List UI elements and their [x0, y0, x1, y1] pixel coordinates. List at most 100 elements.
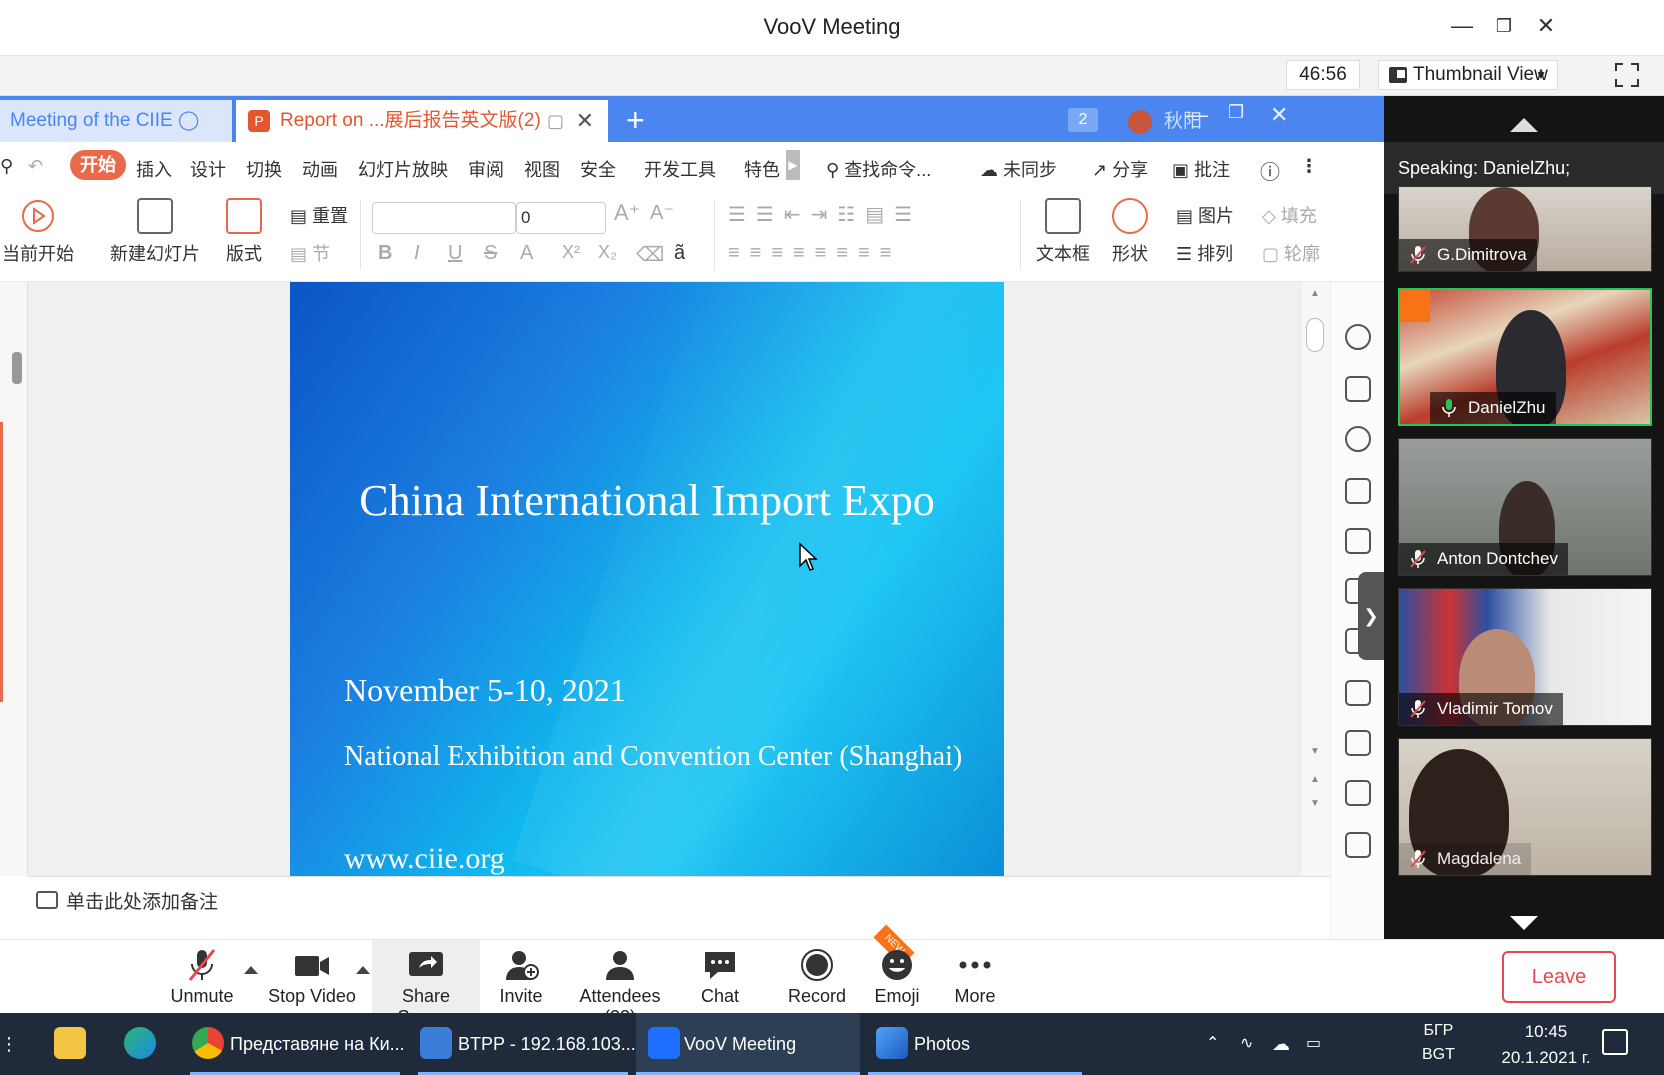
- monitor-icon[interactable]: ▢: [547, 100, 564, 142]
- gallery-icon[interactable]: [1345, 832, 1371, 858]
- wps-restore-icon[interactable]: ❐: [1228, 102, 1244, 123]
- file-explorer-icon[interactable]: [54, 1013, 94, 1075]
- menu-item-slideshow[interactable]: 幻灯片放映: [358, 156, 448, 182]
- chat-button[interactable]: Chat: [690, 940, 750, 1014]
- menu-item-security[interactable]: 安全: [580, 156, 616, 182]
- scroll-up-icon[interactable]: ▲: [1310, 288, 1320, 299]
- wps-close-icon[interactable]: ✕: [1270, 102, 1288, 128]
- minimize-button[interactable]: —: [1448, 12, 1476, 40]
- taskbar-item-remote-desktop[interactable]: BTPP - 192.168.103....: [418, 1013, 641, 1075]
- wifi-icon[interactable]: ∿: [1240, 1013, 1264, 1075]
- video-options-caret[interactable]: [356, 966, 370, 974]
- menu-item-start[interactable]: 开始: [70, 150, 126, 180]
- strikethrough-icon[interactable]: S: [484, 242, 497, 265]
- text-box-button[interactable]: 文本框: [1036, 198, 1090, 266]
- menu-item-animation[interactable]: 动画: [302, 156, 338, 182]
- notification-icon[interactable]: [1602, 1029, 1628, 1055]
- list-icons[interactable]: ☰☰⇤⇥☷▤☰: [728, 202, 922, 227]
- system-clock[interactable]: 10:45 20.1.2021 г.: [1496, 1019, 1596, 1071]
- undo-icon[interactable]: ↶: [28, 156, 43, 177]
- export-icon[interactable]: [1345, 730, 1371, 756]
- image-icon[interactable]: [1345, 680, 1371, 706]
- shape-button[interactable]: 形状: [1112, 198, 1148, 266]
- text-style-icon[interactable]: [1345, 478, 1371, 504]
- superscript-icon[interactable]: X²: [562, 242, 580, 263]
- menu-item-view[interactable]: 视图: [524, 156, 560, 182]
- unmute-button[interactable]: Unmute: [160, 940, 244, 1014]
- font-color-icon[interactable]: A: [520, 242, 533, 265]
- menu-item-review[interactable]: 审阅: [468, 156, 504, 182]
- outline-button[interactable]: ▢ 轮廓: [1262, 240, 1320, 266]
- share-button[interactable]: ↗ 分享: [1092, 156, 1148, 182]
- scroll-down-icon[interactable]: [1510, 916, 1538, 930]
- new-slide-button[interactable]: 新建幻灯片: [110, 198, 200, 266]
- slide-thumbnail-pane[interactable]: [0, 282, 28, 876]
- fullscreen-icon[interactable]: [1614, 62, 1640, 88]
- stop-video-button[interactable]: Stop Video: [262, 940, 362, 1014]
- record-button[interactable]: Record: [786, 940, 848, 1014]
- more-options-icon[interactable]: ⋮: [1300, 156, 1318, 177]
- view-mode-dropdown[interactable]: Thumbnail View ▼: [1378, 60, 1558, 90]
- participant-tile[interactable]: Vladimir Tomov: [1398, 588, 1652, 726]
- chevron-right-icon[interactable]: ▶: [786, 150, 800, 180]
- sync-status[interactable]: ☁ 未同步: [980, 156, 1057, 182]
- prev-slide-icon[interactable]: ▲: [1310, 774, 1320, 785]
- wps-minimize-icon[interactable]: —: [1186, 102, 1208, 128]
- picture-button[interactable]: ▤ 图片: [1176, 202, 1234, 228]
- taskbar-item-voov[interactable]: VooV Meeting: [636, 1013, 860, 1075]
- menu-item-features[interactable]: 特色: [744, 156, 780, 182]
- show-hidden-icons-icon[interactable]: ⌃: [1206, 1013, 1230, 1075]
- scroll-up-icon[interactable]: [1510, 118, 1538, 132]
- participant-tile[interactable]: G.Dimitrova: [1398, 186, 1652, 272]
- participant-tile[interactable]: Anton Dontchev: [1398, 438, 1652, 576]
- cloud-icon[interactable]: ☁: [1272, 1013, 1300, 1075]
- task-view-icon[interactable]: ⋮: [0, 1013, 18, 1075]
- menu-item-design[interactable]: 设计: [190, 156, 226, 182]
- participant-tile[interactable]: Magdalena: [1398, 738, 1652, 876]
- close-tab-icon[interactable]: ✕: [576, 100, 594, 142]
- new-tab-button[interactable]: +: [626, 102, 645, 138]
- bold-icon[interactable]: B: [378, 242, 392, 265]
- slide-scrollbar[interactable]: ▲ ▼ ▲ ▼: [1302, 282, 1330, 902]
- text-effect-icon[interactable]: ã: [674, 242, 685, 265]
- italic-icon[interactable]: I: [414, 242, 420, 265]
- more-button[interactable]: More: [946, 940, 1004, 1014]
- doc-tab-meeting[interactable]: Meeting of the CIIE ◯: [0, 100, 232, 142]
- grid-icon[interactable]: [1345, 528, 1371, 554]
- shapes-icon[interactable]: [1345, 426, 1371, 452]
- restore-button[interactable]: ❐: [1490, 12, 1518, 40]
- slide[interactable]: China International Import Expo November…: [290, 282, 1004, 876]
- leave-button[interactable]: Leave: [1502, 951, 1616, 1003]
- search-icon[interactable]: ⚲: [0, 156, 13, 177]
- participant-tile-active[interactable]: DanielZhu: [1398, 288, 1652, 426]
- command-search[interactable]: ⚲ 查找命令...: [826, 156, 931, 182]
- help-icon[interactable]: ⓘ: [1260, 156, 1280, 185]
- font-size-select[interactable]: 0: [516, 202, 606, 234]
- share-screen-button[interactable]: Share Screen: [372, 940, 480, 1027]
- eraser-icon[interactable]: ⌫: [636, 242, 664, 267]
- scroll-thumb[interactable]: [1306, 318, 1324, 352]
- edge-browser-icon[interactable]: [124, 1013, 164, 1075]
- attendees-button[interactable]: Attendees (22): [562, 940, 678, 1027]
- star-icon[interactable]: [1345, 324, 1371, 350]
- menu-item-transition[interactable]: 切换: [246, 156, 282, 182]
- notes-area[interactable]: 单击此处添加备注: [28, 876, 1330, 939]
- increase-font-icon[interactable]: A⁺: [614, 200, 640, 226]
- reset-button[interactable]: ▤ 重置: [290, 202, 348, 228]
- menu-item-insert[interactable]: 插入: [136, 156, 172, 182]
- menu-item-developer[interactable]: 开发工具: [644, 156, 716, 182]
- taskbar-item-photos[interactable]: Photos: [868, 1013, 1082, 1075]
- duplicate-icon[interactable]: [1345, 376, 1371, 402]
- battery-icon[interactable]: ▭: [1306, 1013, 1334, 1075]
- window-count-badge[interactable]: 2: [1068, 108, 1098, 132]
- layout-button[interactable]: 版式: [226, 198, 262, 266]
- subscript-icon[interactable]: X₂: [598, 242, 617, 263]
- arrange-button[interactable]: ☰ 排列: [1176, 240, 1233, 266]
- language-indicator[interactable]: БГР BGT: [1422, 1019, 1455, 1067]
- font-family-select[interactable]: [372, 202, 516, 234]
- thumbnail-scrollbar[interactable]: [12, 352, 22, 384]
- invite-button[interactable]: Invite: [488, 940, 554, 1014]
- section-button[interactable]: ▤ 节: [290, 240, 330, 266]
- decrease-font-icon[interactable]: A⁻: [650, 200, 674, 225]
- underline-icon[interactable]: U: [448, 242, 462, 265]
